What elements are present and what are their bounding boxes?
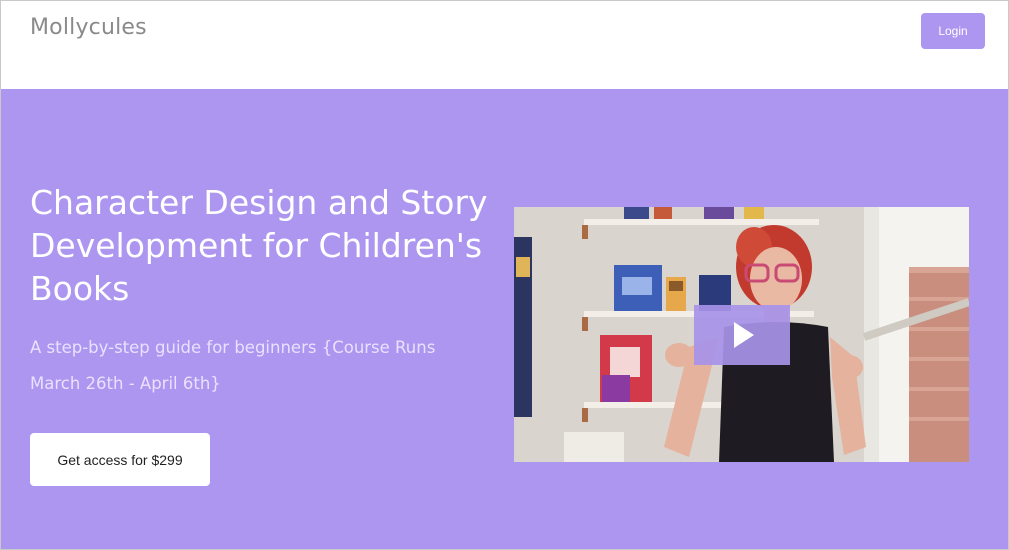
play-icon: [734, 322, 754, 348]
hero-subtitle: A step-by-step guide for beginners {Cour…: [30, 338, 436, 393]
brand-logo-text[interactable]: Mollycules: [30, 15, 147, 40]
login-button[interactable]: Login: [921, 13, 985, 49]
page-frame: Mollycules Login Character Design and St…: [0, 0, 1009, 550]
promo-video[interactable]: [514, 207, 969, 462]
video-play-button[interactable]: [694, 305, 790, 365]
top-navigation-bar: Mollycules Login: [1, 1, 1008, 89]
hero-section: Character Design and Story Development f…: [1, 89, 1008, 549]
get-access-button[interactable]: Get access for $299: [30, 433, 210, 486]
hero-title: Character Design and Story Development f…: [30, 183, 488, 308]
